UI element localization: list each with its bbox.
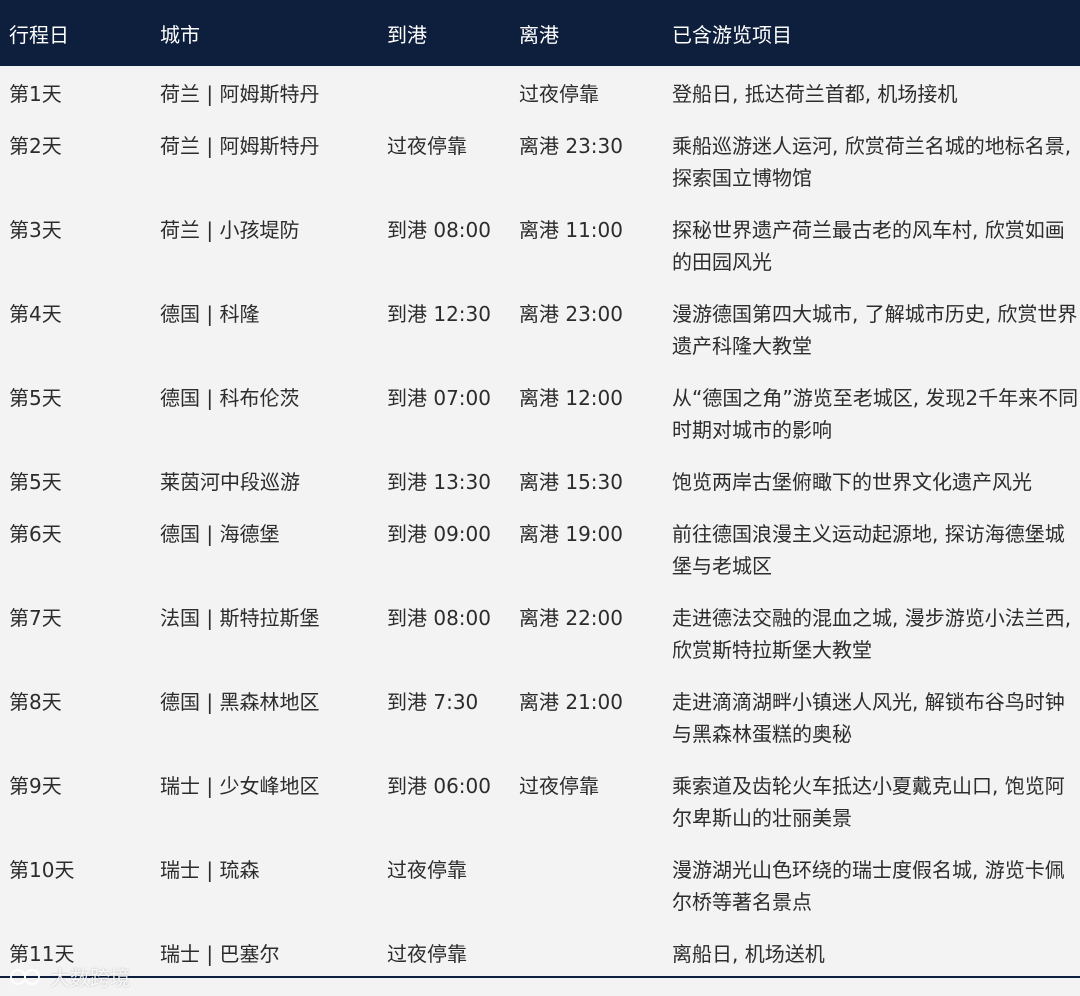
table-row: 第5天 莱茵河中段巡游 到港 13:30 离港 15:30 饱览两岸古堡俯瞰下的… — [0, 454, 1080, 506]
cell-description: 离船日, 机场送机 — [672, 942, 825, 966]
cell-depart: 过夜停靠 — [519, 774, 599, 798]
cell-depart: 离港 19:00 — [519, 522, 623, 546]
cell-city: 荷兰 | 小孩堤防 — [160, 218, 300, 242]
cell-description: 探秘世界遗产荷兰最古老的风车村, 欣赏如画的田园风光 — [672, 218, 1065, 274]
header-arrive: 到港 — [387, 22, 427, 47]
table-row: 第7天 法国 | 斯特拉斯堡 到港 08:00 离港 22:00 走进德法交融的… — [0, 590, 1080, 674]
cell-city: 德国 | 黑森林地区 — [160, 690, 320, 714]
cell-day: 第5天 — [9, 470, 62, 494]
table-bottom-border — [0, 976, 1080, 978]
cell-arrive: 到港 08:00 — [387, 606, 491, 630]
cell-day: 第1天 — [9, 82, 62, 106]
cell-arrive: 到港 08:00 — [387, 218, 491, 242]
itinerary-table: 行程日 城市 到港 离港 已含游览项目 第1天 荷兰 | 阿姆斯特丹 过夜停靠 … — [0, 0, 1080, 978]
cell-day: 第2天 — [9, 134, 62, 158]
cell-depart: 离港 11:00 — [519, 218, 623, 242]
watermark-text: 大数跨境 — [50, 966, 130, 990]
cell-day: 第3天 — [9, 218, 62, 242]
cell-day: 第8天 — [9, 690, 62, 714]
cell-city: 荷兰 | 阿姆斯特丹 — [160, 82, 320, 106]
cell-city: 瑞士 | 琉森 — [160, 858, 260, 882]
table-row: 第11天 瑞士 | 巴塞尔 过夜停靠 离船日, 机场送机 — [0, 926, 1080, 978]
cell-city: 德国 | 科布伦茨 — [160, 386, 300, 410]
cell-depart — [519, 842, 672, 926]
cell-depart — [519, 926, 672, 978]
cell-day: 第4天 — [9, 302, 62, 326]
header-included-tours: 已含游览项目 — [672, 22, 792, 47]
cell-day: 第9天 — [9, 774, 62, 798]
table-row: 第1天 荷兰 | 阿姆斯特丹 过夜停靠 登船日, 抵达荷兰首都, 机场接机 — [0, 66, 1080, 118]
header-depart: 离港 — [519, 22, 559, 47]
cell-description: 乘索道及齿轮火车抵达小夏戴克山口, 饱览阿尔卑斯山的壮丽美景 — [672, 774, 1065, 830]
cell-depart: 离港 12:00 — [519, 386, 623, 410]
header-day: 行程日 — [9, 22, 69, 47]
cell-description: 走进德法交融的混血之城, 漫步游览小法兰西, 欣赏斯特拉斯堡大教堂 — [672, 606, 1072, 662]
table-row: 第8天 德国 | 黑森林地区 到港 7:30 离港 21:00 走进滴滴湖畔小镇… — [0, 674, 1080, 758]
cell-description: 饱览两岸古堡俯瞰下的世界文化遗产风光 — [672, 470, 1032, 494]
cell-day: 第10天 — [9, 858, 75, 882]
watermark-logo-icon — [10, 967, 44, 987]
cell-city: 荷兰 | 阿姆斯特丹 — [160, 134, 320, 158]
cell-depart: 过夜停靠 — [519, 82, 599, 106]
cell-arrive: 到港 09:00 — [387, 522, 491, 546]
cell-city: 德国 | 科隆 — [160, 302, 260, 326]
table-header-row: 行程日 城市 到港 离港 已含游览项目 — [0, 0, 1080, 66]
header-city: 城市 — [160, 22, 200, 47]
cell-day: 第6天 — [9, 522, 62, 546]
cell-description: 从“德国之角”游览至老城区, 发现2千年来不同时期对城市的影响 — [672, 386, 1079, 442]
cell-day: 第7天 — [9, 606, 62, 630]
itinerary-page: 行程日 城市 到港 离港 已含游览项目 第1天 荷兰 | 阿姆斯特丹 过夜停靠 … — [0, 0, 1080, 996]
watermark: 大数跨境 — [10, 962, 130, 991]
table-row: 第9天 瑞士 | 少女峰地区 到港 06:00 过夜停靠 乘索道及齿轮火车抵达小… — [0, 758, 1080, 842]
cell-description: 乘船巡游迷人运河, 欣赏荷兰名城的地标名景, 探索国立博物馆 — [672, 134, 1072, 190]
table-row: 第6天 德国 | 海德堡 到港 09:00 离港 19:00 前往德国浪漫主义运… — [0, 506, 1080, 590]
cell-arrive: 过夜停靠 — [387, 858, 467, 882]
cell-depart: 离港 21:00 — [519, 690, 623, 714]
cell-description: 漫游德国第四大城市, 了解城市历史, 欣赏世界遗产科隆大教堂 — [672, 302, 1078, 358]
cell-day: 第5天 — [9, 386, 62, 410]
cell-city: 莱茵河中段巡游 — [160, 470, 300, 494]
cell-arrive: 过夜停靠 — [387, 942, 467, 966]
cell-arrive: 到港 06:00 — [387, 774, 491, 798]
cell-depart: 离港 22:00 — [519, 606, 623, 630]
cell-arrive: 过夜停靠 — [387, 134, 467, 158]
table-row: 第2天 荷兰 | 阿姆斯特丹 过夜停靠 离港 23:30 乘船巡游迷人运河, 欣… — [0, 118, 1080, 202]
cell-description: 登船日, 抵达荷兰首都, 机场接机 — [672, 82, 958, 106]
cell-depart: 离港 15:30 — [519, 470, 623, 494]
cell-city: 法国 | 斯特拉斯堡 — [160, 606, 320, 630]
cell-city: 德国 | 海德堡 — [160, 522, 280, 546]
cell-depart: 离港 23:30 — [519, 134, 623, 158]
table-row: 第3天 荷兰 | 小孩堤防 到港 08:00 离港 11:00 探秘世界遗产荷兰… — [0, 202, 1080, 286]
cell-city: 瑞士 | 少女峰地区 — [160, 774, 320, 798]
cell-description: 漫游湖光山色环绕的瑞士度假名城, 游览卡佩尔桥等著名景点 — [672, 858, 1065, 914]
table-row: 第5天 德国 | 科布伦茨 到港 07:00 离港 12:00 从“德国之角”游… — [0, 370, 1080, 454]
cell-arrive: 到港 7:30 — [387, 690, 479, 714]
cell-description: 前往德国浪漫主义运动起源地, 探访海德堡城堡与老城区 — [672, 522, 1065, 578]
table-row: 第4天 德国 | 科隆 到港 12:30 离港 23:00 漫游德国第四大城市,… — [0, 286, 1080, 370]
cell-description: 走进滴滴湖畔小镇迷人风光, 解锁布谷鸟时钟与黑森林蛋糕的奥秘 — [672, 690, 1065, 746]
cell-arrive: 到港 13:30 — [387, 470, 491, 494]
table-row: 第10天 瑞士 | 琉森 过夜停靠 漫游湖光山色环绕的瑞士度假名城, 游览卡佩尔… — [0, 842, 1080, 926]
cell-city: 瑞士 | 巴塞尔 — [160, 942, 280, 966]
cell-depart: 离港 23:00 — [519, 302, 623, 326]
cell-arrive — [387, 66, 519, 118]
cell-arrive: 到港 07:00 — [387, 386, 491, 410]
cell-arrive: 到港 12:30 — [387, 302, 491, 326]
